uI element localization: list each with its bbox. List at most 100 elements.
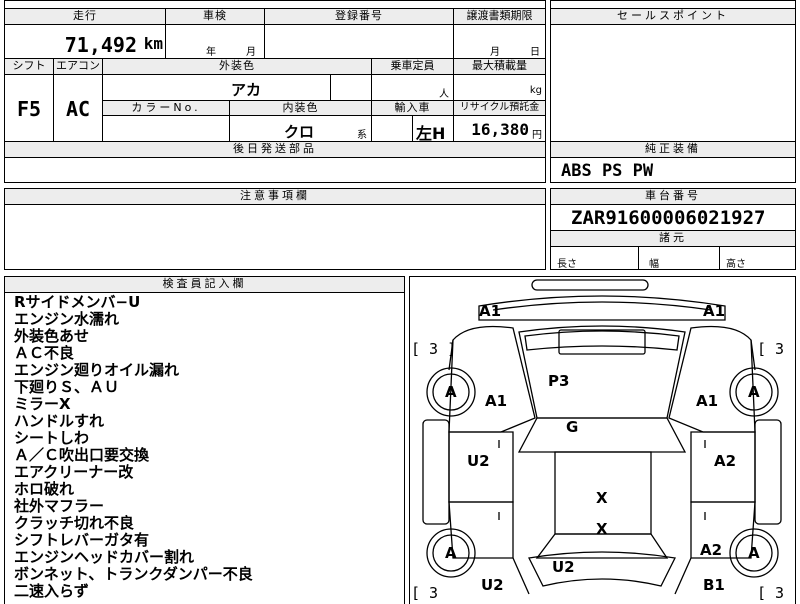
hood-outline [518, 325, 686, 419]
genuine-equipment-header: 純正装備 [550, 141, 796, 158]
note-line: エンジン水濡れ [14, 310, 120, 328]
import-value-cell: 左H [412, 115, 454, 143]
front-outline [478, 295, 726, 321]
windshield-outline [517, 417, 687, 453]
recycle-header: リサイクル預託金 [453, 100, 546, 116]
mark-left-front-door: U2 [467, 452, 490, 470]
shaken-month-label: 月 [246, 47, 256, 58]
note-line: ボンネット、トランクダンパー不良 [14, 565, 253, 583]
car-diagram: A1 A1 A1 A1 P3 G U2 A2 A A A A X X U2 U2… [411, 279, 796, 600]
aircon-value: AC [66, 97, 91, 121]
dimensions-header: 諸元 [550, 230, 796, 247]
interior-color-header: 内装色 [229, 100, 372, 116]
mileage-cell: 71,492 km [4, 24, 166, 59]
chassis-header: 車台番号 [550, 188, 796, 205]
import-cell [371, 115, 413, 142]
mileage-value: 71,492 [64, 33, 137, 57]
tire-mark-bottom-right: [ 3 ] [757, 584, 796, 600]
tire-mark-top-left: [ 3 ] [411, 340, 456, 358]
transfer-day-label: 日 [530, 47, 540, 58]
mark-hood: P3 [548, 372, 569, 390]
note-line: エアクリーナー改 [14, 463, 134, 481]
front-bumper-outline [531, 279, 649, 291]
registration-header: 登録番号 [264, 8, 454, 25]
note-line: シフトレバーガタ有 [14, 531, 150, 549]
mileage-header: 走行 [4, 8, 166, 25]
exterior-color-cell: アカ [102, 74, 331, 101]
aircon-header: エアコン [53, 58, 103, 75]
load-unit: kg [529, 85, 542, 96]
dimension-width-cell: 幅 [638, 246, 720, 270]
shaken-header: 車検 [165, 8, 265, 25]
mark-left-front-wheel: A [445, 383, 457, 401]
trunk-outline [528, 551, 676, 587]
note-line: ＡＣ不良 [14, 344, 75, 362]
dimension-height-cell: 高さ [719, 246, 796, 270]
tire-mark-bottom-left: [ 3 [411, 584, 438, 600]
parts-cell [4, 157, 546, 183]
capacity-header: 乗車定員 [371, 58, 454, 75]
shift-cell: F5 [4, 74, 54, 142]
shaken-year-label: 年 [206, 47, 216, 58]
mark-left-rear-quarter: U2 [481, 576, 504, 594]
right-top-strip [550, 0, 796, 8]
note-line: 外装色あせ [14, 327, 90, 345]
exterior-color-extra-cell [330, 74, 372, 101]
recycle-cell: 16,380 円 [453, 115, 546, 142]
capacity-cell: 人 [371, 74, 454, 101]
dimension-length-label: 長さ [557, 259, 577, 270]
note-line: エンジン廻りオイル漏れ [14, 361, 180, 379]
note-line: ホロ破れ [14, 480, 75, 498]
note-line: 下廻りＳ、ＡＵ [14, 378, 120, 396]
exterior-color-header: 外装色 [102, 58, 372, 75]
interior-color-value: クロ [284, 123, 315, 141]
genuine-equipment-cell: ABS PS PW [550, 157, 796, 183]
mark-right-rear-wheel: A [748, 544, 760, 562]
shaken-cell: 年 月 [165, 24, 265, 59]
dimension-length-cell: 長さ [550, 246, 639, 270]
mark-roof: G [566, 418, 578, 436]
mark-front-left-corner: A1 [479, 302, 501, 320]
max-load-cell: kg [453, 74, 546, 101]
exterior-color-value: アカ [231, 81, 262, 99]
registration-cell [264, 24, 454, 59]
capacity-unit: 人 [439, 89, 449, 100]
inspector-header: 検査員記入欄 [4, 276, 405, 293]
transfer-deadline-header: 譲渡書類期限 [453, 8, 546, 25]
sales-point-header: セールスポイント [550, 8, 796, 25]
mark-rear-center: U2 [552, 558, 575, 576]
interior-color-cell: クロ 系 [229, 115, 372, 142]
mark-right-rear-corner: B1 [703, 576, 725, 594]
caution-header: 注意事項欄 [4, 188, 546, 205]
interior-color-suffix: 系 [357, 130, 367, 141]
mark-trunk: X [596, 520, 608, 538]
top-strip [4, 0, 546, 8]
note-line: ミラーX [14, 395, 71, 413]
sales-point-cell [550, 24, 796, 142]
genuine-equipment-value: ABS PS PW [561, 161, 654, 181]
parts-header: 後日発送部品 [4, 141, 546, 158]
inspector-notes-list: Rサイドメンバ−U エンジン水濡れ 外装色あせ ＡＣ不良 エンジン廻りオイル漏れ… [4, 294, 404, 600]
dimension-height-label: 高さ [726, 259, 746, 270]
note-line: 社外マフラー [14, 497, 105, 515]
aircon-cell: AC [53, 74, 103, 142]
mark-right-front-fender: A1 [696, 392, 718, 410]
chassis-cell: ZAR91600006021927 [550, 204, 796, 231]
max-load-header: 最大積載量 [453, 58, 546, 75]
note-line: エンジンヘッドカバー割れ [14, 548, 195, 566]
shift-header: シフト [4, 58, 54, 75]
mark-right-rear-quarter: A2 [700, 541, 722, 559]
mark-right-front-wheel: A [748, 383, 760, 401]
shift-value: F5 [17, 97, 42, 121]
color-no-header: カラーNo. [102, 100, 230, 116]
caution-cell [4, 204, 546, 270]
chassis-value: ZAR91600006021927 [571, 207, 766, 229]
note-line: シートしわ [14, 429, 90, 447]
note-line: Ａ／Ｃ吹出口要交換 [14, 446, 150, 464]
tire-mark-top-right: [ 3 ] [757, 340, 796, 358]
color-no-cell [102, 115, 230, 142]
import-header: 輸入車 [371, 100, 454, 116]
note-line: クラッチ切れ不良 [14, 514, 135, 532]
note-line: ハンドルすれ [14, 412, 105, 430]
transfer-month-label: 月 [490, 47, 500, 58]
